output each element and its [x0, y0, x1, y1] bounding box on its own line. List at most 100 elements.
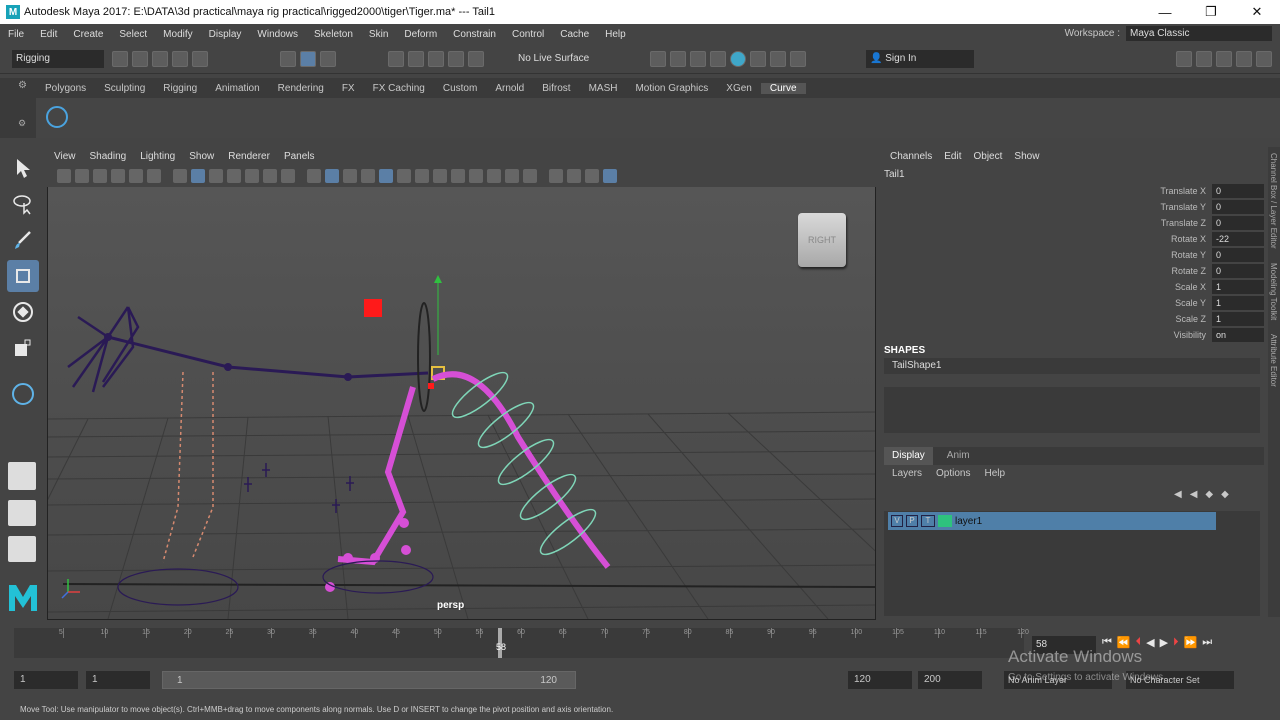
open-scene-icon[interactable]: [132, 51, 148, 67]
side-tab-attribute-editor[interactable]: Attribute Editor: [1269, 334, 1278, 387]
menu-cache[interactable]: Cache: [552, 29, 597, 40]
attr-rotate-y[interactable]: Rotate Y 0: [1078, 247, 1264, 263]
resolution-gate-icon[interactable]: [209, 169, 223, 183]
shelf-tab-mash[interactable]: MASH: [580, 83, 627, 94]
new-scene-icon[interactable]: [112, 51, 128, 67]
time-slider[interactable]: 5 10 15 20 25 30 35 40 45 50 55 60 65 70 75 80 85 90 95 100…: [14, 628, 1029, 658]
layer-tab-anim[interactable]: Anim: [933, 447, 984, 465]
menu-windows[interactable]: Windows: [249, 29, 306, 40]
grid-icon[interactable]: [173, 169, 187, 183]
menu-constrain[interactable]: Constrain: [445, 29, 504, 40]
attr-value[interactable]: 1: [1212, 296, 1264, 310]
menu-create[interactable]: Create: [65, 29, 111, 40]
layer-tab-display[interactable]: Display: [884, 447, 933, 465]
ipr-render-icon[interactable]: [670, 51, 686, 67]
pause-render-icon[interactable]: [790, 51, 806, 67]
menu-file[interactable]: File: [0, 29, 32, 40]
cb-menu-show[interactable]: Show: [1008, 151, 1045, 162]
move-layer-up-icon[interactable]: ◀: [1174, 489, 1182, 500]
shelf-tab-polygons[interactable]: Polygons: [36, 83, 95, 94]
four-view-layout-icon[interactable]: [8, 500, 36, 526]
select-object-icon[interactable]: [300, 51, 316, 67]
shelf-tab-arnold[interactable]: Arnold: [486, 83, 533, 94]
select-component-icon[interactable]: [320, 51, 336, 67]
textured-icon[interactable]: [361, 169, 375, 183]
attr-value[interactable]: 1: [1212, 280, 1264, 294]
attr-value[interactable]: on: [1212, 328, 1264, 342]
play-forwards-icon[interactable]: ▶: [1160, 636, 1168, 649]
default-material-icon[interactable]: [343, 169, 357, 183]
go-to-end-icon[interactable]: ⏭: [1202, 636, 1212, 649]
scale-tool[interactable]: [7, 332, 39, 364]
motion-blur-icon[interactable]: [487, 169, 501, 183]
isolate-select-icon[interactable]: [415, 169, 429, 183]
channel-box-icon[interactable]: [1256, 51, 1272, 67]
safe-action-icon[interactable]: [263, 169, 277, 183]
attr-value[interactable]: 0: [1212, 216, 1264, 230]
attr-value[interactable]: -22: [1212, 232, 1264, 246]
undo-icon[interactable]: [172, 51, 188, 67]
3d-viewport[interactable]: [48, 187, 875, 619]
camera-attributes-icon[interactable]: [75, 169, 89, 183]
cb-menu-edit[interactable]: Edit: [938, 151, 967, 162]
field-chart-icon[interactable]: [245, 169, 259, 183]
select-tool[interactable]: [7, 152, 39, 184]
layer-menu-help[interactable]: Help: [984, 468, 1005, 479]
attr-scale-y[interactable]: Scale Y 1: [1078, 295, 1264, 311]
object-name[interactable]: Tail1: [884, 169, 905, 180]
minimize-button[interactable]: —: [1142, 0, 1188, 24]
arnold-render-icon[interactable]: [730, 51, 746, 67]
vp-menu-panels[interactable]: Panels: [277, 151, 322, 162]
snap-live-icon[interactable]: [468, 51, 484, 67]
move-tool[interactable]: [7, 260, 39, 292]
menu-display[interactable]: Display: [201, 29, 250, 40]
layer-color-swatch[interactable]: [938, 515, 952, 527]
attr-translate-y[interactable]: Translate Y 0: [1078, 199, 1264, 215]
tool-settings-icon[interactable]: [1236, 51, 1252, 67]
side-tab-channel-box[interactable]: Channel Box / Layer Editor: [1269, 153, 1278, 249]
paint-select-tool[interactable]: [7, 224, 39, 256]
mode-dropdown[interactable]: Rigging: [12, 50, 104, 68]
gamma-icon[interactable]: [567, 169, 581, 183]
layer-visibility-toggle[interactable]: V: [891, 515, 903, 527]
shelf-menu-icon[interactable]: ⚙: [18, 118, 26, 129]
nurbs-circle-icon[interactable]: [46, 106, 68, 128]
layer-row[interactable]: V P T layer1: [888, 512, 1216, 530]
vp-menu-lighting[interactable]: Lighting: [133, 151, 182, 162]
workspace-dropdown[interactable]: Maya Classic: [1126, 26, 1272, 41]
side-tab-modeling-toolkit[interactable]: Modeling Toolkit: [1269, 263, 1278, 320]
gate-mask-icon[interactable]: [227, 169, 241, 183]
new-layer-icon[interactable]: ◆: [1205, 489, 1213, 500]
shelf-tab-motion-graphics[interactable]: Motion Graphics: [626, 83, 717, 94]
depth-of-field-icon[interactable]: [523, 169, 537, 183]
shelf-tab-rendering[interactable]: Rendering: [269, 83, 333, 94]
animation-end-field[interactable]: 200: [918, 671, 982, 689]
hypershade-icon[interactable]: [710, 51, 726, 67]
cb-menu-object[interactable]: Object: [968, 151, 1009, 162]
shelf-tab-curve[interactable]: Curve: [760, 82, 806, 94]
menu-skin[interactable]: Skin: [361, 29, 396, 40]
smooth-shade-icon[interactable]: [325, 169, 339, 183]
attr-value[interactable]: 0: [1212, 184, 1264, 198]
bookmark-icon[interactable]: [93, 169, 107, 183]
menu-edit[interactable]: Edit: [32, 29, 65, 40]
shelf-tab-rigging[interactable]: Rigging: [154, 83, 206, 94]
menu-skeleton[interactable]: Skeleton: [306, 29, 361, 40]
shelf-tab-bifrost[interactable]: Bifrost: [533, 83, 579, 94]
layer-display-type[interactable]: T: [921, 515, 935, 527]
shelf-tab-custom[interactable]: Custom: [434, 83, 486, 94]
layer-name[interactable]: layer1: [955, 516, 982, 527]
attribute-editor-icon[interactable]: [1216, 51, 1232, 67]
save-scene-icon[interactable]: [152, 51, 168, 67]
menu-modify[interactable]: Modify: [155, 29, 200, 40]
shelf-options-icon[interactable]: ⚙: [18, 80, 27, 91]
animation-start-field[interactable]: 1: [14, 671, 78, 689]
viewcube[interactable]: RIGHT: [798, 213, 846, 267]
xray-icon[interactable]: [433, 169, 447, 183]
camera-select-icon[interactable]: [57, 169, 71, 183]
layer-menu-options[interactable]: Options: [936, 468, 970, 479]
cb-menu-channels[interactable]: Channels: [884, 151, 938, 162]
attr-value[interactable]: 0: [1212, 264, 1264, 278]
render-frame-icon[interactable]: [650, 51, 666, 67]
step-forward-key-icon[interactable]: ⏩: [1184, 636, 1198, 649]
